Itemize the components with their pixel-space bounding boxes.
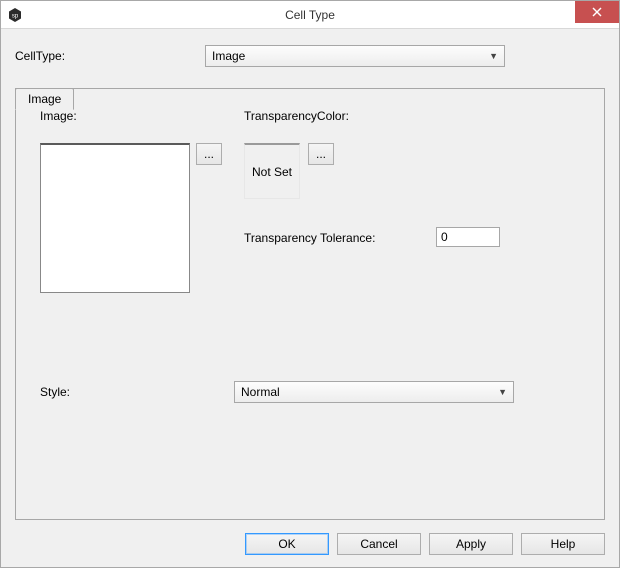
apply-button-label: Apply: [456, 537, 486, 551]
celltype-label: CellType:: [15, 49, 205, 63]
transparency-tolerance-label: Transparency Tolerance:: [244, 231, 375, 245]
image-label: Image:: [40, 109, 250, 123]
close-icon: [592, 7, 602, 17]
cell-type-dialog: sp Cell Type CellType: Image ▼ Image Ima…: [0, 0, 620, 568]
chevron-down-icon: ▼: [489, 51, 498, 61]
image-browse-label: ...: [204, 147, 214, 161]
close-button[interactable]: [575, 1, 619, 23]
celltype-dropdown-value: Image: [212, 49, 245, 63]
tab-panel-image: Image: ... TransparencyColor: Not Set ..…: [15, 88, 605, 520]
apply-button[interactable]: Apply: [429, 533, 513, 555]
help-button-label: Help: [551, 537, 576, 551]
transparency-browse-button[interactable]: ...: [308, 143, 334, 165]
help-button[interactable]: Help: [521, 533, 605, 555]
transparency-color-label: TransparencyColor:: [244, 109, 349, 123]
cancel-button-label: Cancel: [360, 537, 397, 551]
dialog-button-row: OK Cancel Apply Help: [245, 533, 605, 555]
transparency-color-swatch: Not Set: [244, 143, 300, 199]
ok-button-label: OK: [278, 537, 295, 551]
image-browse-button[interactable]: ...: [196, 143, 222, 165]
image-preview: [40, 143, 190, 293]
app-icon: sp: [7, 7, 23, 23]
tabstrip: Image Image: ... TransparencyColor: Not …: [15, 88, 605, 520]
chevron-down-icon: ▼: [498, 387, 507, 397]
style-dropdown-value: Normal: [241, 385, 280, 399]
transparency-browse-label: ...: [316, 147, 326, 161]
transparency-notset-label: Not Set: [252, 165, 292, 179]
tab-image[interactable]: Image: [15, 88, 74, 110]
cancel-button[interactable]: Cancel: [337, 533, 421, 555]
style-dropdown[interactable]: Normal ▼: [234, 381, 514, 403]
celltype-dropdown[interactable]: Image ▼: [205, 45, 505, 67]
celltype-row: CellType: Image ▼: [15, 45, 605, 67]
ok-button[interactable]: OK: [245, 533, 329, 555]
client-area: CellType: Image ▼ Image Image: ... Trans…: [1, 29, 619, 567]
window-title: Cell Type: [1, 8, 619, 22]
svg-text:sp: sp: [12, 13, 19, 19]
transparency-tolerance-input[interactable]: [436, 227, 500, 247]
style-label: Style:: [40, 385, 70, 399]
titlebar: sp Cell Type: [1, 1, 619, 29]
tab-image-label: Image: [28, 92, 61, 106]
